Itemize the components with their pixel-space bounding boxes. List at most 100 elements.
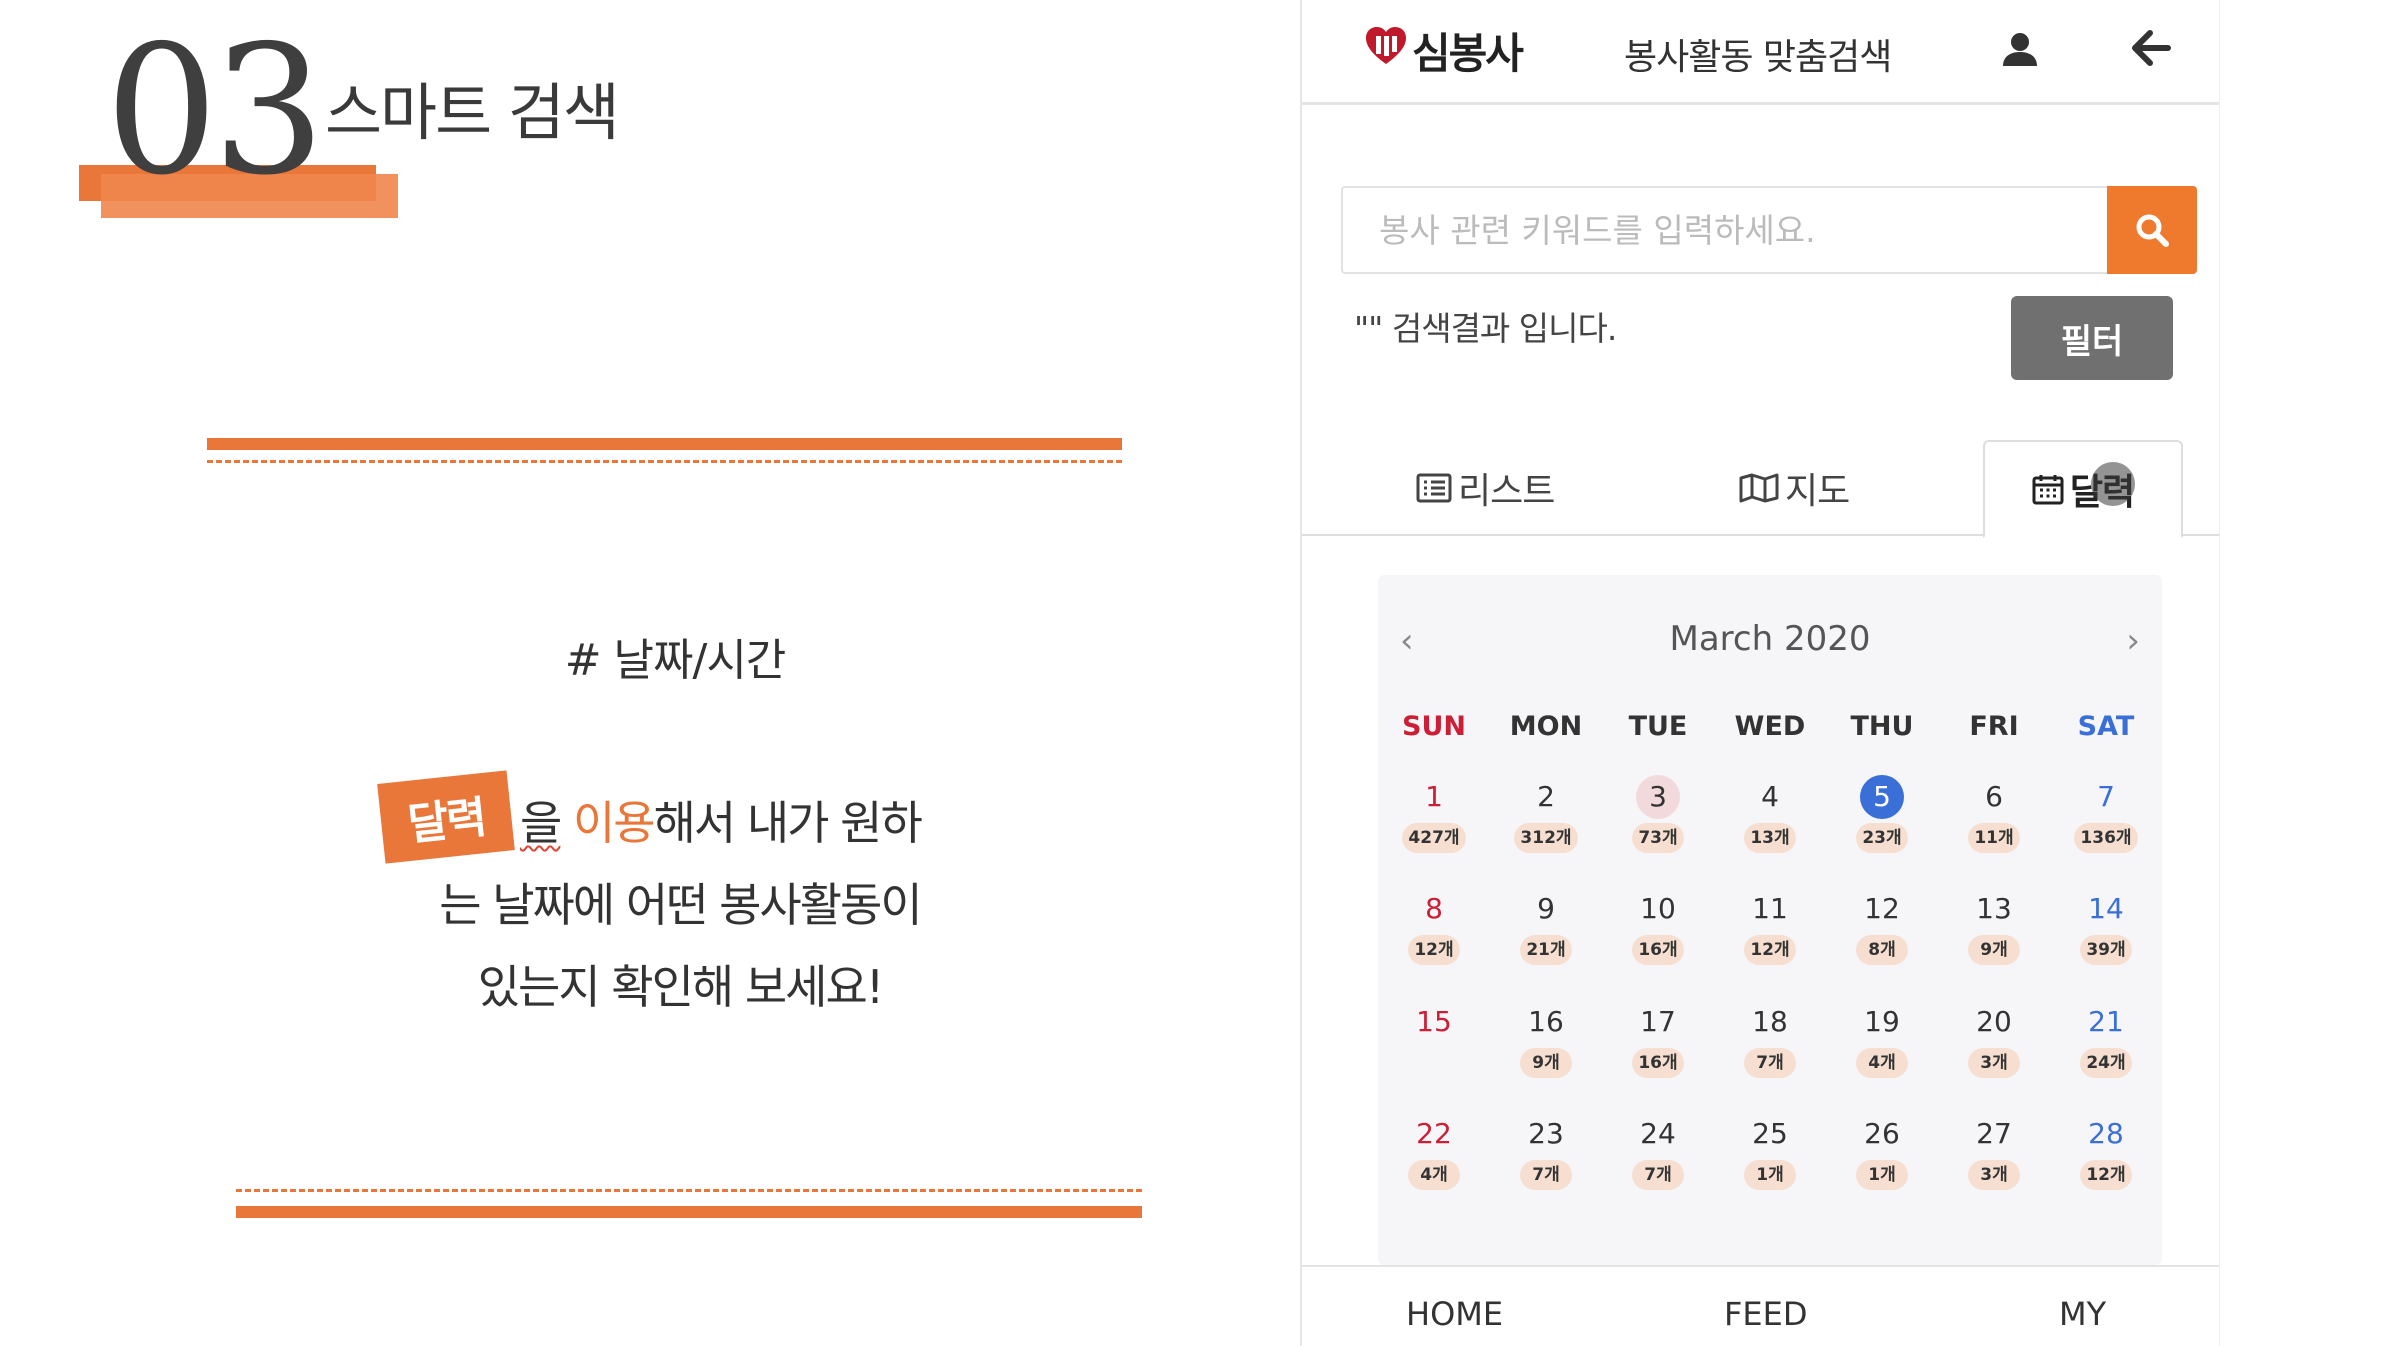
calendar-day-number: 5 [1860,775,1904,819]
calendar-day-cell[interactable]: 12 8개 [1826,887,1938,999]
weekday-header: TUE [1628,711,1688,742]
top-dashed-divider [207,460,1122,463]
calendar-day-cell[interactable]: 7 136개 [2050,775,2162,887]
event-count-badge: 16개 [1632,935,1684,965]
calendar-day-cell[interactable]: 26 1개 [1826,1112,1938,1224]
app-logo[interactable]: 심봉사 [1364,20,1524,81]
calendar-day-cell[interactable]: 4 13개 [1714,775,1826,887]
user-icon[interactable] [2000,30,2040,70]
event-count-badge: 1개 [1744,1160,1796,1190]
nav-my[interactable]: MY [2059,1295,2106,1333]
calendar-day-number: 11 [1752,892,1788,925]
tab-calendar[interactable]: 달력 [1983,440,2183,538]
map-icon [1739,473,1779,503]
section-number: 03 [105,7,325,214]
calendar-day-cell[interactable]: 9 21개 [1490,887,1602,999]
event-count-badge: 11개 [1968,823,2020,853]
calendar-day-number: 16 [1528,1005,1564,1038]
calendar-day-cell[interactable]: 1 427개 [1378,775,1490,887]
section-title: 스마트 검색 [325,76,620,149]
calendar-day-cell[interactable]: 17 16개 [1602,1000,1714,1112]
calendar-day-cell[interactable]: 25 1개 [1714,1112,1826,1224]
calendar-day-cell[interactable]: 15 [1378,1000,1490,1112]
calendar-day-cell[interactable]: 18 7개 [1714,1000,1826,1112]
particle-text: 을 [520,796,562,850]
calendar-day-number: 1 [1425,780,1443,813]
weekday-header: SUN [1402,711,1466,742]
view-tabs: 리스트 지도 달력 [1302,440,2219,538]
event-count-badge: 312개 [1514,823,1578,853]
event-count-badge: 73개 [1632,823,1684,853]
event-count-badge: 24개 [2080,1048,2132,1078]
calendar-day-number: 17 [1640,1005,1676,1038]
heart-logo-icon [1364,26,1408,76]
bottom-dashed-divider [236,1189,1142,1192]
calendar-day-cell[interactable]: 11 12개 [1714,887,1826,999]
search-icon [2136,214,2169,247]
tab-list-label: 리스트 [1458,471,1555,512]
next-month-button[interactable]: › [2126,621,2140,661]
event-count-badge: 12개 [2080,1160,2132,1190]
calendar-day-cell[interactable]: 5 23개 [1826,775,1938,887]
calendar-day-number: 21 [2088,1005,2124,1038]
calendar-day-cell[interactable]: 16 9개 [1490,1000,1602,1112]
calendar-day-cell[interactable]: 6 11개 [1938,775,2050,887]
calendar-day-number: 4 [1761,780,1779,813]
tab-list[interactable]: 리스트 [1416,440,1555,536]
event-count-badge: 7개 [1520,1160,1572,1190]
calendar-day-cell[interactable]: 28 12개 [2050,1112,2162,1224]
weekday-header: WED [1734,711,1806,742]
calendar-day-number: 14 [2088,892,2124,925]
tab-map[interactable]: 지도 [1739,440,1850,536]
weekday-header: THU [1850,711,1914,742]
calendar-day-cell[interactable]: 27 3개 [1938,1112,2050,1224]
search-input[interactable] [1343,188,2107,272]
event-count-badge: 136개 [2074,823,2138,853]
calendar-day-number: 22 [1416,1117,1452,1150]
calendar-day-cell[interactable]: 20 3개 [1938,1000,2050,1112]
calendar-day-number: 24 [1640,1117,1676,1150]
calendar-day-cell[interactable]: 21 24개 [2050,1000,2162,1112]
search-button[interactable] [2107,186,2197,274]
calendar-day-cell[interactable]: 19 4개 [1826,1000,1938,1112]
calendar-day-cell[interactable]: 8 12개 [1378,887,1490,999]
calendar-day-cell[interactable]: 3 73개 [1602,775,1714,887]
search-bar [1341,186,2197,274]
event-count-badge: 9개 [1968,935,2020,965]
app-title: 봉사활동 맞춤검색 [1624,37,1892,78]
highlight-word: 이용 [572,796,656,850]
calendar-day-number: 8 [1425,892,1443,925]
bottom-navigation: HOME FEED MY [1302,1265,2219,1346]
weekday-header: MON [1509,711,1583,742]
calendar-header: ‹ March 2020 › [1378,595,2162,675]
nav-feed[interactable]: FEED [1724,1295,1807,1333]
list-icon [1416,473,1452,503]
calendar-day-cell[interactable]: 24 7개 [1602,1112,1714,1224]
event-count-badge: 4개 [1856,1048,1908,1078]
top-solid-divider [207,438,1122,450]
filter-button[interactable]: 필터 [2011,296,2173,380]
nav-home[interactable]: HOME [1406,1295,1503,1333]
description-line-1-rest: 해서 내가 원하 [653,796,923,850]
event-count-badge: 1개 [1856,1160,1908,1190]
calendar-day-number: 25 [1752,1117,1788,1150]
calendar-day-cell[interactable]: 13 9개 [1938,887,2050,999]
touch-indicator [2091,462,2135,506]
calendar-day-cell[interactable]: 14 39개 [2050,887,2162,999]
back-arrow-icon[interactable] [2128,25,2174,71]
calendar-day-cell[interactable]: 23 7개 [1490,1112,1602,1224]
calendar-day-number: 13 [1976,892,2012,925]
calendar-day-number: 23 [1528,1117,1564,1150]
app-screen: 심봉사 봉사활동 맞춤검색 "" 검색결과 입니다. 필터 리스트 지도 달력 [1300,0,2220,1346]
calendar-day-number: 19 [1864,1005,1900,1038]
event-count-badge: 13개 [1744,823,1796,853]
calendar-day-cell[interactable]: 2 312개 [1490,775,1602,887]
calendar-day-cell[interactable]: 10 16개 [1602,887,1714,999]
calendar-month-label: March 2020 [1669,619,1871,659]
calendar-day-number: 10 [1640,892,1676,925]
search-result-text: "" 검색결과 입니다. [1354,309,1617,348]
calendar-day-number: 12 [1864,892,1900,925]
feature-description: 을 이용해서 내가 원하 는 날짜에 어떤 봉사활동이 있는지 확인해 보세요! [380,782,980,1028]
calendar-day-cell[interactable]: 22 4개 [1378,1112,1490,1224]
event-count-badge: 7개 [1744,1048,1796,1078]
